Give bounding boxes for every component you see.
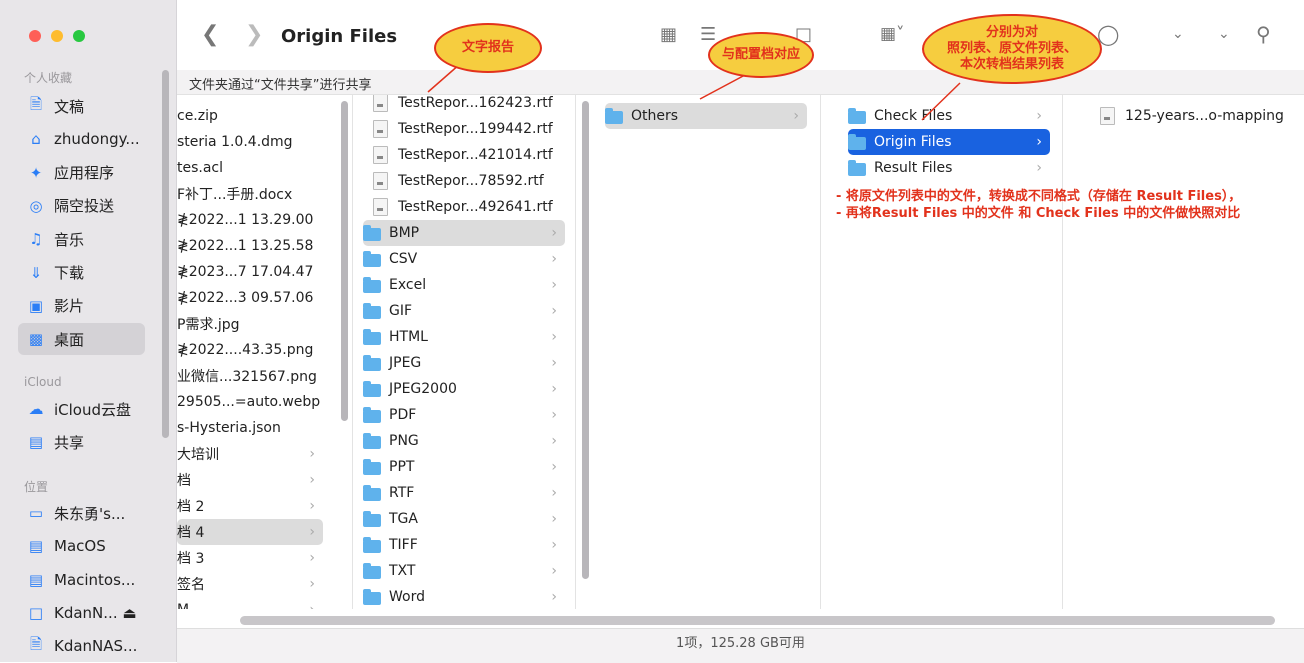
annotation-note: - 将原文件列表中的文件，转换成不同格式（存储在 Result Files）， … [836,188,1241,222]
callout-lists-line2: 照列表、原文件列表、 [946,41,1077,56]
callout-text-report: 文字报告 [434,23,542,73]
arrow-callout3 [921,82,961,121]
annotation-arrows [427,63,961,121]
callout-lists-line3: 本次转档结果列表 [959,57,1064,72]
callout-config: 与配置档对应 [708,32,814,78]
annotation-note-line1: - 将原文件列表中的文件，转换成不同格式（存储在 Result Files）， [836,189,1242,204]
finder-window: 个人收藏 🗎 文稿 ⌂ zhudongy... ✦ 应用程序 ◎ 隔空投送 ♫ 音乐 ⇓ 下载 ▣ 影片 ▩… [0,0,1304,663]
annotation-note-line2: - 再将Result Files 中的文件 和 Check Files 中的文件… [836,206,1241,221]
arrow-callout2 [699,74,746,100]
callout-lists: 分别为对 照列表、原文件列表、 本次转档结果列表 [922,14,1102,84]
callout-lists-line1: 分别为对 [985,25,1038,40]
